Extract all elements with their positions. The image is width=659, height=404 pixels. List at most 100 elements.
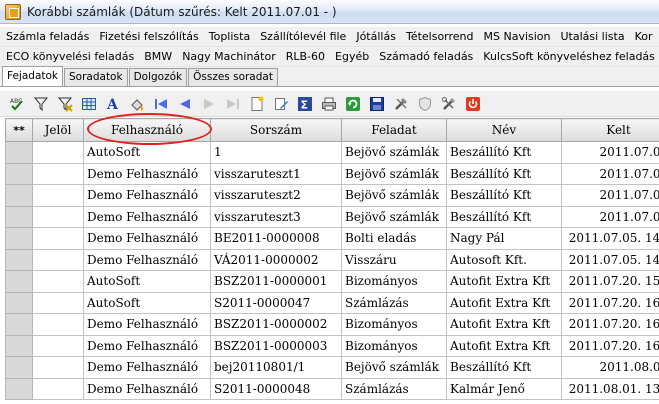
row-nev-cell[interactable]: Beszállító Kft (446, 205, 562, 228)
menu-bmw[interactable]: BMW (139, 47, 177, 66)
first-record-icon[interactable] (152, 95, 170, 113)
row-nev-cell[interactable]: Nagy Pál (446, 227, 562, 250)
row-sorszam-cell[interactable]: visszaruteszt1 (210, 162, 342, 185)
row-sorszam-cell[interactable]: BE2011-0000008 (210, 227, 342, 250)
row-felhasznalo-cell[interactable]: Demo Felhasználó (83, 248, 211, 271)
row-nev-cell[interactable]: Beszállító Kft (446, 356, 562, 379)
column-header-jelol[interactable]: Jelöl (32, 118, 84, 142)
tab-fejadatok[interactable]: Fejadatok (2, 66, 63, 86)
row-jelol-cell[interactable] (32, 291, 84, 314)
table-row[interactable]: AutoSoft BSZ2011-0000001 Bizományos Autofit… (5, 270, 659, 293)
row-jelol-cell[interactable] (32, 313, 84, 336)
row-sorszam-cell[interactable]: 1 (210, 141, 342, 164)
row-jelol-cell[interactable] (32, 184, 84, 207)
column-header-indicator[interactable]: ** (5, 118, 33, 142)
menu-eco-konyvelesi-feladas[interactable]: ECO könyvelési feladás (0, 47, 139, 66)
last-record-icon[interactable] (224, 95, 242, 113)
table-row[interactable]: Demo Felhasználó S2011-0000048 Számlázás Ka… (5, 377, 659, 400)
row-kelt-cell[interactable]: 2011.07.05. (561, 205, 659, 228)
tools-icon[interactable] (392, 95, 410, 113)
row-jelol-cell[interactable] (32, 141, 84, 164)
row-feladat-cell[interactable]: Visszáru (341, 248, 447, 271)
row-nev-cell[interactable]: Autosoft Kft. (446, 248, 562, 271)
menu-kulcssoft-konyveles[interactable]: KulcsSoft könyveléshez feladás (478, 47, 659, 66)
row-kelt-cell[interactable]: 2011.07.20. 16:0 (561, 291, 659, 314)
row-kelt-cell[interactable]: 2011.07.05. (561, 184, 659, 207)
table-row[interactable]: Demo Felhasználó BSZ2011-0000003 Bizományo… (5, 334, 659, 357)
row-nev-cell[interactable]: Beszállító Kft (446, 162, 562, 185)
row-jelol-cell[interactable] (32, 162, 84, 185)
row-nev-cell[interactable]: Autofit Extra Kft (446, 291, 562, 314)
font-icon[interactable]: A (104, 95, 122, 113)
row-nev-cell[interactable]: Autofit Extra Kft (446, 313, 562, 336)
row-indicator[interactable] (5, 248, 33, 271)
column-header-feladat[interactable]: Feladat (341, 118, 447, 142)
row-kelt-cell[interactable]: 2011.07.20. 15:5 (561, 270, 659, 293)
row-feladat-cell[interactable]: Bejövő számlák (341, 141, 447, 164)
tab-osszes-soradat[interactable]: Összes soradat (188, 68, 278, 86)
row-kelt-cell[interactable]: 2011.08.01. 13:4 (561, 377, 659, 400)
row-indicator[interactable] (5, 205, 33, 228)
row-jelol-cell[interactable] (32, 334, 84, 357)
spellcheck-icon[interactable]: ABC (8, 95, 26, 113)
table-row[interactable]: Demo Felhasználó visszaruteszt2 Bejövő szá… (5, 184, 659, 207)
row-feladat-cell[interactable]: Bejövő számlák (341, 205, 447, 228)
next-record-icon[interactable] (200, 95, 218, 113)
row-felhasznalo-cell[interactable]: Demo Felhasználó (83, 377, 211, 400)
row-sorszam-cell[interactable]: BSZ2011-0000003 (210, 334, 342, 357)
table-row[interactable]: Demo Felhasználó visszaruteszt3 Bejövő szá… (5, 205, 659, 228)
row-feladat-cell[interactable]: Bolti eladás (341, 227, 447, 250)
row-kelt-cell[interactable]: 2011.07.20. 16:1 (561, 313, 659, 336)
row-nev-cell[interactable]: Beszállító Kft (446, 184, 562, 207)
row-felhasznalo-cell[interactable]: Demo Felhasználó (83, 334, 211, 357)
row-feladat-cell[interactable]: Bizományos (341, 313, 447, 336)
row-indicator[interactable] (5, 291, 33, 314)
row-sorszam-cell[interactable]: VÁ2011-0000002 (210, 248, 342, 271)
row-nev-cell[interactable]: Autofit Extra Kft (446, 334, 562, 357)
prev-record-icon[interactable] (176, 95, 194, 113)
row-feladat-cell[interactable]: Bizományos (341, 270, 447, 293)
row-jelol-cell[interactable] (32, 227, 84, 250)
row-indicator[interactable] (5, 162, 33, 185)
row-nev-cell[interactable]: Kalmár Jenő (446, 377, 562, 400)
row-feladat-cell[interactable]: Számlázás (341, 377, 447, 400)
row-indicator[interactable] (5, 313, 33, 336)
row-kelt-cell[interactable]: 2011.07.05. 14:4 (561, 248, 659, 271)
row-sorszam-cell[interactable]: bej20110801/1 (210, 356, 342, 379)
row-indicator[interactable] (5, 184, 33, 207)
row-indicator[interactable] (5, 270, 33, 293)
row-sorszam-cell[interactable]: visszaruteszt3 (210, 205, 342, 228)
table-row[interactable]: Demo Felhasználó BE2011-0000008 Bolti elad… (5, 227, 659, 250)
row-jelol-cell[interactable] (32, 356, 84, 379)
save-icon[interactable] (368, 95, 386, 113)
row-feladat-cell[interactable]: Bizományos (341, 334, 447, 357)
settings-icon[interactable] (440, 95, 458, 113)
row-nev-cell[interactable]: Beszállító Kft (446, 141, 562, 164)
row-felhasznalo-cell[interactable]: Demo Felhasználó (83, 205, 211, 228)
column-header-felhasznalo[interactable]: Felhasználó (83, 118, 211, 142)
table-row[interactable]: AutoSoft S2011-0000047 Számlázás Autofit Ex… (5, 291, 659, 314)
row-kelt-cell[interactable]: 2011.07.05. (561, 162, 659, 185)
shield-icon[interactable] (416, 95, 434, 113)
row-jelol-cell[interactable] (32, 377, 84, 400)
tab-dolgozok[interactable]: Dolgozók (128, 68, 188, 86)
row-kelt-cell[interactable]: 2011.08.01. (561, 356, 659, 379)
row-sorszam-cell[interactable]: BSZ2011-0000002 (210, 313, 342, 336)
paint-icon[interactable] (128, 95, 146, 113)
row-sorszam-cell[interactable]: BSZ2011-0000001 (210, 270, 342, 293)
table-row[interactable]: Demo Felhasználó BSZ2011-0000002 Bizományo… (5, 313, 659, 336)
row-feladat-cell[interactable]: Számlázás (341, 291, 447, 314)
column-header-sorszam[interactable]: Sorszám (210, 118, 342, 142)
refresh-icon[interactable] (344, 95, 362, 113)
row-indicator[interactable] (5, 141, 33, 164)
row-nev-cell[interactable]: Autofit Extra Kft (446, 270, 562, 293)
row-sorszam-cell[interactable]: S2011-0000047 (210, 291, 342, 314)
row-feladat-cell[interactable]: Bejövő számlák (341, 356, 447, 379)
row-felhasznalo-cell[interactable]: Demo Felhasználó (83, 313, 211, 336)
row-felhasznalo-cell[interactable]: Demo Felhasználó (83, 184, 211, 207)
table-row[interactable]: AutoSoft 1 Bejövő számlák Beszállító Kft 201… (5, 141, 659, 164)
row-felhasznalo-cell[interactable]: Demo Felhasználó (83, 227, 211, 250)
row-jelol-cell[interactable] (32, 205, 84, 228)
row-indicator[interactable] (5, 334, 33, 357)
filter-clear-icon[interactable] (56, 95, 74, 113)
